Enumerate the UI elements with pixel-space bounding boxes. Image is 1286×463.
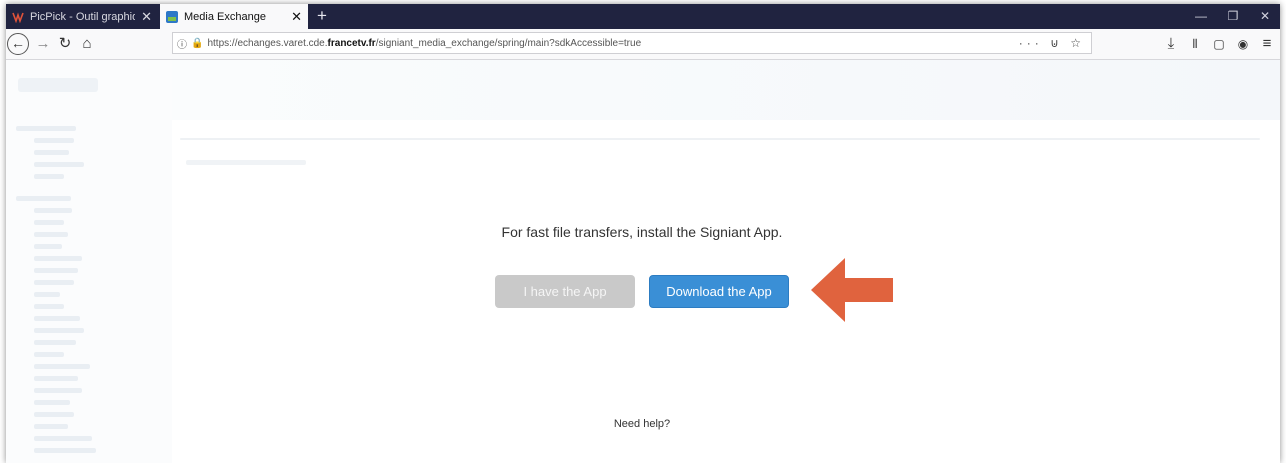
- need-help-link[interactable]: Need help?: [172, 418, 1112, 430]
- forward-arrow-icon[interactable]: →: [34, 33, 52, 55]
- browser-window: PicPick - Outil graphique tout ✕ Media E…: [6, 4, 1280, 463]
- picpick-favicon-icon: [12, 11, 24, 23]
- library-icon[interactable]: ⫴: [1186, 33, 1204, 55]
- ghost-line: [34, 364, 90, 369]
- ghost-line: [34, 400, 70, 405]
- page-content: For fast file transfers, install the Sig…: [6, 60, 1280, 463]
- ghost-line: [34, 162, 84, 167]
- ghost-line: [34, 138, 74, 143]
- ghost-line: [34, 412, 74, 417]
- ghost-line: [34, 244, 62, 249]
- ghost-line: [34, 220, 64, 225]
- insecure-lock-icon[interactable]: 🔒: [191, 38, 203, 49]
- back-arrow-icon[interactable]: ←: [7, 33, 29, 55]
- page-actions-icon[interactable]: ··· ⊍ ☆: [1019, 33, 1085, 53]
- menu-icon[interactable]: ≡: [1258, 33, 1276, 55]
- ghost-line: [34, 232, 68, 237]
- url-bar[interactable]: ⓘ 🔒 https://echanges.varet.cde.francetv.…: [172, 32, 1092, 54]
- ghost-line: [34, 292, 60, 297]
- media-exchange-favicon-icon: [166, 10, 178, 23]
- account-icon[interactable]: ◉: [1234, 33, 1252, 55]
- ghost-line: [34, 280, 74, 285]
- restore-icon[interactable]: ❐: [1218, 4, 1248, 29]
- ghost-line: [34, 376, 78, 381]
- close-tab-icon[interactable]: ✕: [141, 9, 152, 25]
- tab-label: PicPick - Outil graphique tout: [30, 10, 135, 23]
- navigation-bar: ← → ↻ ⌂ ⓘ 🔒 https://echanges.varet.cde.f…: [6, 29, 1280, 60]
- tab-label: Media Exchange: [184, 10, 266, 23]
- url-text: https://echanges.varet.cde.francetv.fr/s…: [207, 37, 642, 49]
- close-tab-icon[interactable]: ✕: [291, 9, 302, 25]
- new-tab-button[interactable]: +: [312, 4, 332, 29]
- ghost-line: [34, 352, 64, 357]
- ghost-line: [34, 316, 80, 321]
- home-icon[interactable]: ⌂: [78, 33, 96, 55]
- ghost-line: [34, 268, 78, 273]
- header-ghost: [172, 60, 1280, 120]
- ghost-line: [34, 256, 82, 261]
- ghost-line: [34, 174, 64, 179]
- have-app-button[interactable]: I have the App: [495, 275, 635, 308]
- window-close-icon[interactable]: ✕: [1250, 4, 1280, 29]
- ghost-line: [34, 304, 64, 309]
- sidebar-toggle-icon[interactable]: ▢: [1210, 33, 1228, 55]
- title-bar: PicPick - Outil graphique tout ✕ Media E…: [6, 4, 1280, 29]
- reload-icon[interactable]: ↻: [56, 33, 74, 55]
- downloads-icon[interactable]: ⤓: [1162, 33, 1180, 55]
- tab-picpick[interactable]: PicPick - Outil graphique tout ✕: [6, 4, 158, 29]
- tab-media-exchange[interactable]: Media Exchange ✕: [160, 4, 308, 29]
- left-arrow-icon: [811, 258, 893, 322]
- ghost-line: [34, 150, 69, 155]
- ghost-line: [16, 196, 71, 201]
- ghost-line: [34, 328, 84, 333]
- ghost-line: [34, 208, 72, 213]
- ghost-divider: [180, 138, 1260, 140]
- ghost-line: [34, 436, 92, 441]
- download-app-button[interactable]: Download the App: [649, 275, 789, 308]
- ghost-line: [34, 424, 68, 429]
- sidebar-ghost: [6, 60, 172, 463]
- ghost-line: [16, 126, 76, 131]
- ghost-line: [186, 160, 306, 165]
- minimize-icon[interactable]: —: [1186, 4, 1216, 29]
- ghost-line: [34, 388, 82, 393]
- install-message: For fast file transfers, install the Sig…: [501, 224, 783, 240]
- info-icon[interactable]: ⓘ: [177, 36, 187, 51]
- logo: [18, 78, 98, 92]
- ghost-line: [34, 448, 96, 453]
- ghost-line: [34, 340, 76, 345]
